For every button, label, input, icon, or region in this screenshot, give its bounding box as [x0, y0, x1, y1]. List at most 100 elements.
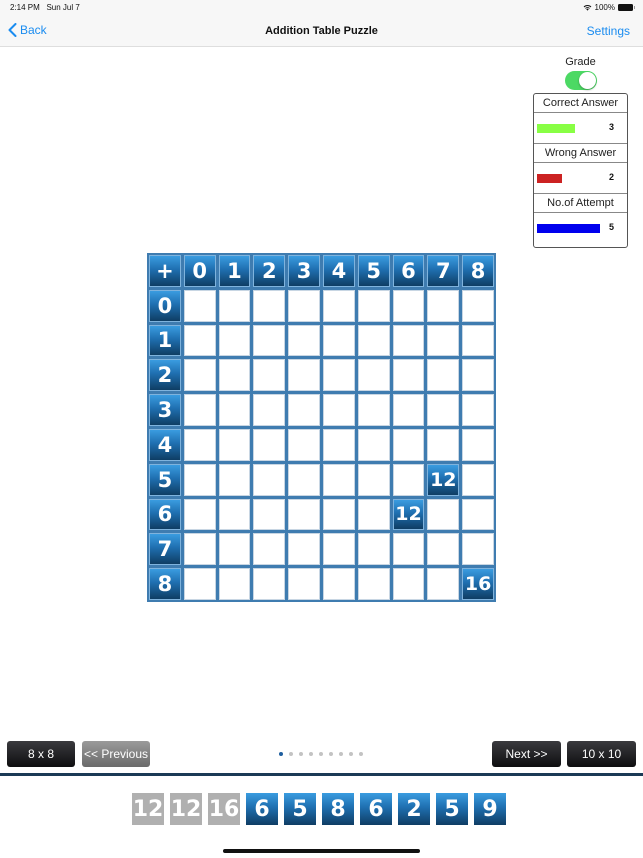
filled-cell[interactable]: 12: [427, 463, 460, 496]
empty-cell[interactable]: [183, 289, 216, 322]
empty-cell[interactable]: [183, 568, 216, 600]
empty-cell[interactable]: [218, 359, 251, 392]
empty-cell[interactable]: [392, 324, 425, 357]
empty-cell[interactable]: [427, 394, 460, 426]
empty-cell[interactable]: [253, 463, 286, 496]
empty-cell[interactable]: [253, 568, 286, 600]
empty-cell[interactable]: [322, 289, 355, 322]
answer-tile[interactable]: 8: [322, 793, 354, 825]
empty-cell[interactable]: [288, 568, 320, 600]
empty-cell[interactable]: [462, 463, 494, 496]
empty-cell[interactable]: [253, 324, 286, 357]
grade-toggle[interactable]: [564, 71, 597, 90]
used-answer-tile[interactable]: 12: [132, 793, 164, 825]
empty-cell[interactable]: [218, 533, 251, 566]
empty-cell[interactable]: [253, 428, 286, 461]
empty-cell[interactable]: [322, 533, 355, 566]
empty-cell[interactable]: [218, 289, 251, 322]
empty-cell[interactable]: [322, 463, 355, 496]
empty-cell[interactable]: [392, 463, 425, 496]
next-button[interactable]: Next >>: [492, 741, 561, 767]
answer-tile[interactable]: 5: [284, 793, 316, 825]
answer-tile[interactable]: 2: [398, 793, 430, 825]
empty-cell[interactable]: [183, 359, 216, 392]
empty-cell[interactable]: [288, 394, 320, 426]
empty-cell[interactable]: [392, 533, 425, 566]
empty-cell[interactable]: [183, 463, 216, 496]
empty-cell[interactable]: [357, 394, 390, 426]
page-dot[interactable]: [309, 752, 313, 756]
empty-cell[interactable]: [183, 324, 216, 357]
empty-cell[interactable]: [392, 428, 425, 461]
filled-cell[interactable]: 16: [462, 568, 494, 600]
used-answer-tile[interactable]: 12: [170, 793, 202, 825]
empty-cell[interactable]: [322, 324, 355, 357]
empty-cell[interactable]: [218, 394, 251, 426]
empty-cell[interactable]: [462, 533, 494, 566]
empty-cell[interactable]: [357, 324, 390, 357]
empty-cell[interactable]: [462, 394, 494, 426]
page-dot[interactable]: [319, 752, 323, 756]
answer-tile[interactable]: 9: [474, 793, 506, 825]
empty-cell[interactable]: [462, 324, 494, 357]
empty-cell[interactable]: [322, 428, 355, 461]
empty-cell[interactable]: [218, 463, 251, 496]
empty-cell[interactable]: [218, 324, 251, 357]
empty-cell[interactable]: [462, 359, 494, 392]
empty-cell[interactable]: [218, 428, 251, 461]
page-dot[interactable]: [359, 752, 363, 756]
empty-cell[interactable]: [183, 394, 216, 426]
empty-cell[interactable]: [322, 498, 355, 531]
empty-cell[interactable]: [462, 498, 494, 531]
empty-cell[interactable]: [392, 394, 425, 426]
settings-button[interactable]: Settings: [587, 24, 630, 38]
answer-tile[interactable]: 5: [436, 793, 468, 825]
empty-cell[interactable]: [392, 359, 425, 392]
empty-cell[interactable]: [392, 289, 425, 322]
empty-cell[interactable]: [253, 533, 286, 566]
page-dot[interactable]: [329, 752, 333, 756]
empty-cell[interactable]: [357, 498, 390, 531]
empty-cell[interactable]: [427, 428, 460, 461]
empty-cell[interactable]: [357, 533, 390, 566]
previous-size-button[interactable]: 8 x 8: [7, 741, 75, 767]
empty-cell[interactable]: [288, 359, 320, 392]
answer-tile[interactable]: 6: [246, 793, 278, 825]
empty-cell[interactable]: [183, 533, 216, 566]
empty-cell[interactable]: [288, 498, 320, 531]
empty-cell[interactable]: [427, 568, 460, 600]
page-indicator[interactable]: [279, 752, 363, 756]
empty-cell[interactable]: [427, 498, 460, 531]
empty-cell[interactable]: [427, 324, 460, 357]
empty-cell[interactable]: [218, 568, 251, 600]
page-dot[interactable]: [279, 752, 283, 756]
empty-cell[interactable]: [322, 394, 355, 426]
home-indicator[interactable]: [223, 849, 420, 853]
empty-cell[interactable]: [183, 498, 216, 531]
page-dot[interactable]: [299, 752, 303, 756]
empty-cell[interactable]: [253, 289, 286, 322]
empty-cell[interactable]: [183, 428, 216, 461]
empty-cell[interactable]: [288, 428, 320, 461]
next-size-button[interactable]: 10 x 10: [567, 741, 636, 767]
answer-tile[interactable]: 6: [360, 793, 392, 825]
empty-cell[interactable]: [253, 498, 286, 531]
empty-cell[interactable]: [357, 463, 390, 496]
empty-cell[interactable]: [218, 498, 251, 531]
empty-cell[interactable]: [288, 324, 320, 357]
empty-cell[interactable]: [392, 568, 425, 600]
empty-cell[interactable]: [253, 359, 286, 392]
filled-cell[interactable]: 12: [392, 498, 425, 531]
page-dot[interactable]: [349, 752, 353, 756]
used-answer-tile[interactable]: 16: [208, 793, 240, 825]
empty-cell[interactable]: [253, 394, 286, 426]
empty-cell[interactable]: [357, 428, 390, 461]
empty-cell[interactable]: [288, 289, 320, 322]
previous-button[interactable]: << Previous: [82, 741, 150, 767]
page-dot[interactable]: [339, 752, 343, 756]
empty-cell[interactable]: [288, 463, 320, 496]
empty-cell[interactable]: [357, 568, 390, 600]
empty-cell[interactable]: [427, 533, 460, 566]
empty-cell[interactable]: [427, 289, 460, 322]
page-dot[interactable]: [289, 752, 293, 756]
